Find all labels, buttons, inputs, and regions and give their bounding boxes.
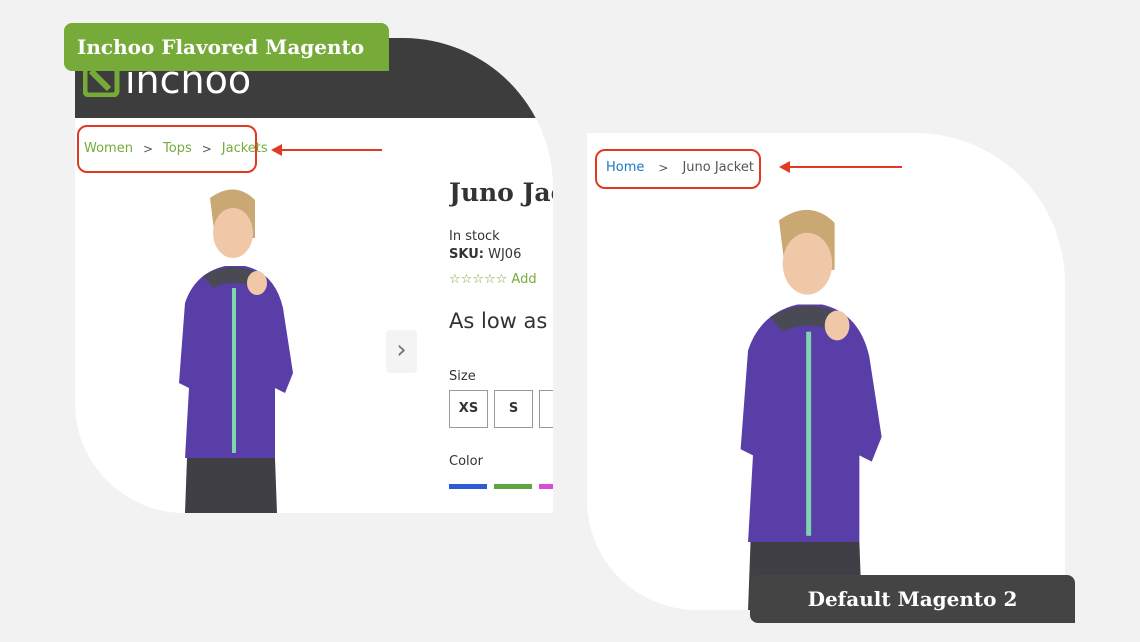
breadcrumb: Women > Tops > Jackets [84, 141, 268, 156]
inchoo-storefront-panel: inchoo Women > Tops > Jackets › Juno Jac… [75, 38, 553, 513]
product-title: Juno Jac [449, 178, 553, 207]
color-swatch-blue[interactable] [449, 484, 487, 489]
breadcrumb: Home > Juno Jacket [606, 160, 754, 175]
size-option[interactable] [539, 390, 553, 428]
color-swatch-purple[interactable] [539, 484, 553, 489]
default-magento-panel: Home > Juno Jacket [587, 133, 1065, 610]
color-options [449, 474, 553, 493]
breadcrumb-separator-icon: > [142, 141, 154, 156]
color-label: Color [449, 454, 483, 469]
size-option-xs[interactable]: XS [449, 390, 488, 428]
breadcrumb-current: Juno Jacket [682, 160, 754, 175]
stock-status: In stock [449, 229, 500, 244]
product-image[interactable] [175, 188, 355, 513]
rating: ☆☆☆☆☆ Add [449, 272, 553, 287]
size-options: XS S [449, 390, 553, 428]
product-price: As low as $ [449, 309, 553, 333]
next-image-button[interactable]: › [386, 330, 417, 373]
chevron-right-icon: › [396, 335, 407, 365]
breadcrumb-home[interactable]: Home [606, 160, 644, 175]
pointer-arrow-icon [271, 144, 382, 156]
add-review-link[interactable]: Add [511, 272, 536, 287]
breadcrumb-tops[interactable]: Tops [163, 141, 192, 156]
sku-value: WJ06 [488, 247, 522, 262]
color-swatch-green[interactable] [494, 484, 532, 489]
breadcrumb-separator-icon: > [201, 141, 212, 156]
product-image[interactable] [727, 208, 967, 610]
breadcrumb-separator-icon: > [658, 160, 669, 175]
inchoo-flavored-label: Inchoo Flavored Magento [64, 23, 389, 71]
sku-label: SKU: [449, 247, 484, 262]
sku: SKU: WJ06 [449, 247, 553, 262]
breadcrumb-jackets[interactable]: Jackets [222, 141, 268, 156]
product-info: Juno Jac In stock SKU: WJ06 ☆☆☆☆☆ Add As… [449, 178, 553, 493]
breadcrumb-women[interactable]: Women [84, 141, 133, 156]
rating-stars-icon: ☆☆☆☆☆ [449, 272, 508, 287]
pointer-arrow-icon [779, 161, 902, 173]
size-option-s[interactable]: S [494, 390, 533, 428]
default-magento-label: Default Magento 2 [750, 575, 1075, 623]
size-label: Size [449, 369, 476, 384]
